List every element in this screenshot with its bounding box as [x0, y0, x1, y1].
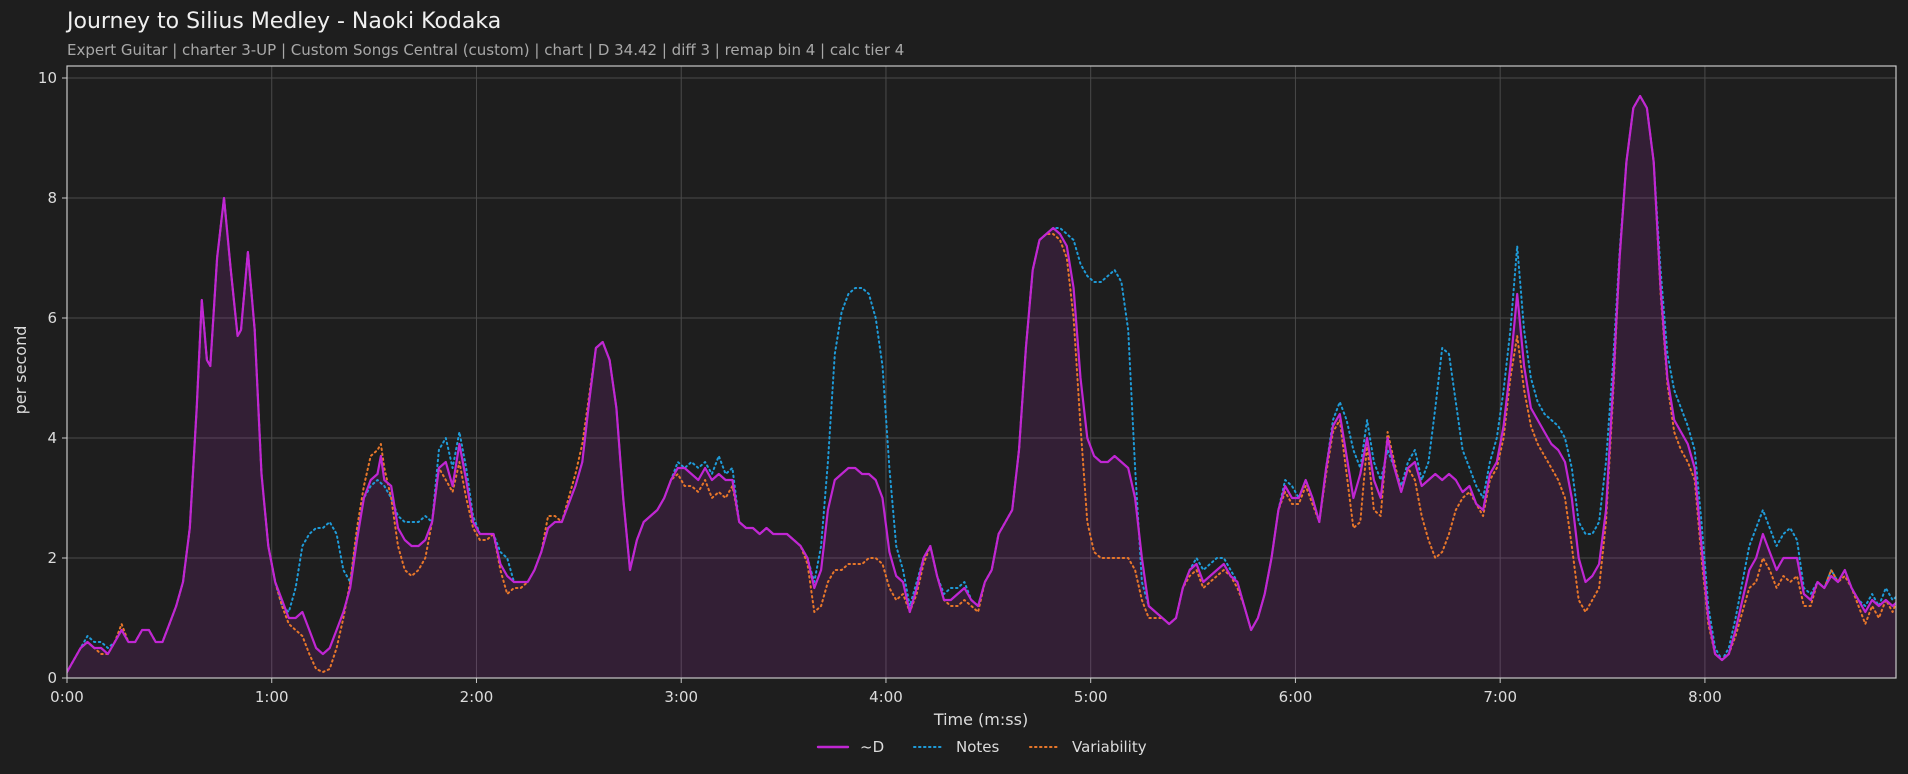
chart-svg: Journey to Silius Medley - Naoki Kodaka … — [11, 9, 1897, 756]
y-tick-label: 8 — [47, 189, 57, 207]
chart-root: Journey to Silius Medley - Naoki Kodaka … — [0, 0, 1908, 774]
chart-subtitle: Expert Guitar | charter 3-UP | Custom So… — [67, 41, 904, 59]
y-tick-label: 2 — [47, 549, 57, 567]
legend-label: Variability — [1072, 738, 1147, 756]
legend: ~D Notes Variability — [816, 738, 1147, 756]
y-tick-label: 6 — [47, 309, 57, 327]
x-tick-label: 1:00 — [255, 688, 289, 706]
x-tick-label: 6:00 — [1279, 688, 1313, 706]
y-tick-label: 0 — [47, 669, 57, 687]
y-tick-label: 10 — [38, 69, 57, 87]
x-tick-label: 4:00 — [869, 688, 903, 706]
x-tick-label: 3:00 — [664, 688, 698, 706]
x-axis-label: Time (m:ss) — [933, 710, 1028, 729]
y-axis-label: per second — [11, 326, 30, 415]
x-tick-label: 7:00 — [1483, 688, 1517, 706]
x-tick-label: 5:00 — [1074, 688, 1108, 706]
plot-area: 0 2 4 6 8 10 0:00 1:00 2:00 3:00 4:00 5:00 6:00 7:00 8… — [38, 65, 1897, 706]
y-tick-label: 4 — [47, 429, 57, 447]
series-fill-d — [67, 96, 1896, 678]
legend-label: ~D — [860, 738, 884, 756]
x-tick-label: 8:00 — [1688, 688, 1722, 706]
legend-label: Notes — [956, 738, 1000, 756]
x-tick-label: 2:00 — [460, 688, 494, 706]
series-group — [67, 94, 1896, 678]
chart-title: Journey to Silius Medley - Naoki Kodaka — [65, 9, 501, 34]
x-tick-label: 0:00 — [50, 688, 84, 706]
